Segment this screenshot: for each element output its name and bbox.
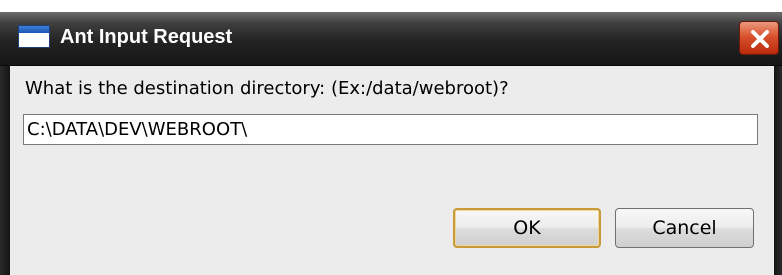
prompt-label: What is the destination directory: (Ex:/…: [25, 78, 509, 99]
close-button[interactable]: [739, 21, 779, 55]
ok-button[interactable]: OK: [453, 208, 601, 248]
window-title: Ant Input Request: [60, 26, 233, 48]
cancel-button[interactable]: Cancel: [615, 208, 754, 248]
window-icon: [18, 25, 50, 48]
window-frame-right: [774, 66, 782, 275]
window-frame-left: [0, 66, 10, 275]
close-x-icon: [751, 30, 769, 48]
destination-directory-input[interactable]: [23, 114, 758, 145]
top-strip: [0, 0, 782, 12]
input-dialog: Ant Input Request What is the destinatio…: [0, 0, 782, 275]
dialog-body: What is the destination directory: (Ex:/…: [10, 66, 774, 275]
title-bar[interactable]: Ant Input Request: [0, 12, 782, 66]
